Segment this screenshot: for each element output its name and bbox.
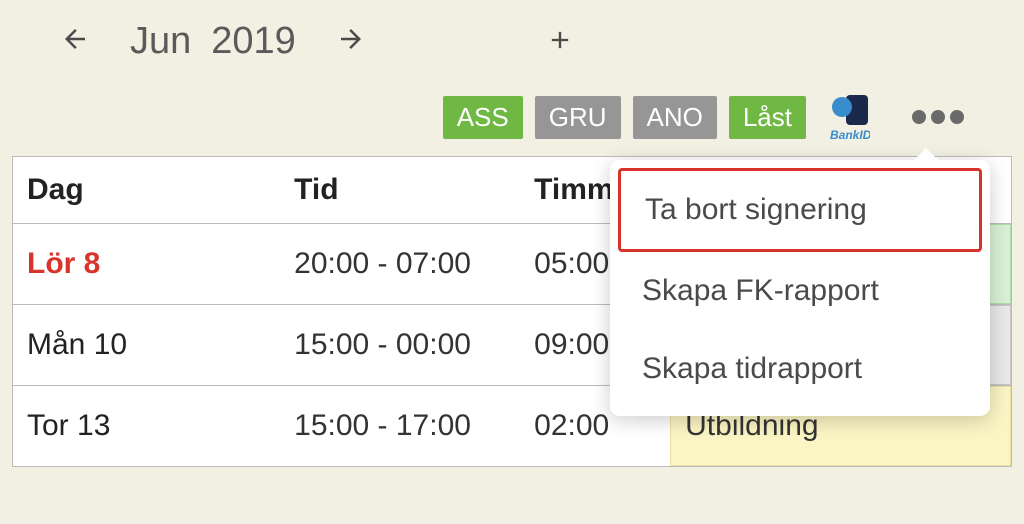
bankid-icon[interactable]: BankID — [822, 93, 870, 141]
filter-row: ASS GRU ANO Låst BankID — [0, 73, 1024, 156]
cell-tid: 15:00 - 17:00 — [280, 386, 520, 467]
more-menu-dropdown: Ta bort signering Skapa FK-rapport Skapa… — [610, 160, 990, 416]
menu-time-report[interactable]: Skapa tidrapport — [618, 330, 982, 408]
plus-icon — [546, 26, 574, 54]
prev-month-button[interactable] — [60, 21, 90, 63]
cell-dag: Tor 13 — [13, 386, 280, 467]
filter-ass[interactable]: ASS — [443, 96, 523, 139]
arrow-left-icon — [60, 24, 90, 54]
month-label: Jun — [130, 20, 191, 63]
menu-fk-report[interactable]: Skapa FK-rapport — [618, 252, 982, 330]
cell-dag: Lör 8 — [13, 224, 280, 305]
year-label: 2019 — [211, 20, 296, 63]
arrow-right-icon — [336, 24, 366, 54]
add-button[interactable] — [546, 21, 574, 63]
filter-last[interactable]: Låst — [729, 96, 806, 139]
dot-icon — [912, 110, 926, 124]
cell-tid: 15:00 - 00:00 — [280, 305, 520, 386]
filter-gru[interactable]: GRU — [535, 96, 621, 139]
dot-icon — [931, 110, 945, 124]
month-year-display[interactable]: Jun 2019 — [130, 20, 296, 63]
filter-ano[interactable]: ANO — [633, 96, 717, 139]
col-dag: Dag — [13, 157, 280, 224]
cell-tid: 20:00 - 07:00 — [280, 224, 520, 305]
next-month-button[interactable] — [336, 21, 366, 63]
menu-remove-sign[interactable]: Ta bort signering — [618, 168, 982, 252]
dot-icon — [950, 110, 964, 124]
cell-dag: Mån 10 — [13, 305, 280, 386]
date-nav-header: Jun 2019 — [0, 0, 1024, 73]
svg-text:BankID: BankID — [830, 128, 870, 141]
col-tid: Tid — [280, 157, 520, 224]
more-menu-button[interactable] — [912, 110, 964, 124]
